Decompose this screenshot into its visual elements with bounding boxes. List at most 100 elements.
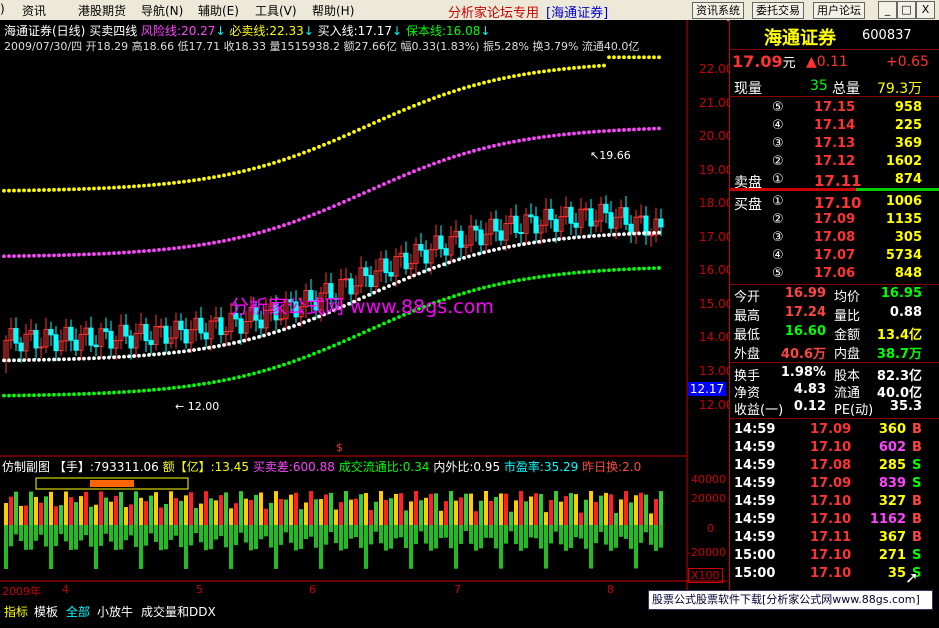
tab-indicators[interactable]: 指标 xyxy=(4,603,28,620)
sub-up-bar xyxy=(314,499,318,525)
maximize-icon[interactable]: □ xyxy=(897,1,916,19)
menu-item-navigate[interactable]: 导航(N) xyxy=(141,2,183,19)
tick-volume: 271 xyxy=(878,548,906,563)
band-dot xyxy=(622,128,626,132)
band-dot xyxy=(17,254,21,258)
band-dot xyxy=(527,276,531,281)
buy-price: 17.07 xyxy=(814,248,856,263)
band-dot xyxy=(147,388,151,393)
band-dot xyxy=(487,249,491,254)
menu-item-assist[interactable]: 辅助(E) xyxy=(198,2,239,19)
band-dot xyxy=(147,183,151,188)
tick-price: 17.09 xyxy=(810,476,852,491)
band-dot xyxy=(392,177,396,182)
candle-body xyxy=(583,208,589,211)
tab-volume-ddx[interactable]: 成交量和DDX xyxy=(141,603,216,620)
band-dot xyxy=(602,233,606,238)
menu-item-help[interactable]: 帮助(H) xyxy=(312,2,354,19)
band-dot xyxy=(32,188,36,193)
trade-button[interactable]: 委托交易 xyxy=(752,2,804,19)
sub-up-bar xyxy=(539,493,543,525)
band-dot xyxy=(132,184,136,189)
band-dot xyxy=(542,274,546,279)
band-dot xyxy=(382,286,386,291)
menu-item-fragment[interactable]: ) xyxy=(0,2,5,16)
sub-up-bar xyxy=(574,494,578,525)
band-dot xyxy=(542,134,546,139)
band-dot xyxy=(252,232,256,236)
sub-up-bar xyxy=(9,496,13,525)
kline-chart-area[interactable]: 海通证券(日线) 买卖四线 风险线:20.27↓ 必卖线:22.33↓ 买入线:… xyxy=(0,20,733,600)
band-dot xyxy=(252,336,256,341)
tick-time: 14:59 xyxy=(734,440,776,455)
xianliang-label: 现量 xyxy=(734,81,762,97)
menu-item-hk-futures[interactable]: 港股期货 xyxy=(78,2,126,19)
band-dot xyxy=(472,83,476,88)
band-dot xyxy=(402,173,406,178)
forum-button[interactable]: 用户论坛 xyxy=(813,2,865,19)
band-dot xyxy=(267,227,271,232)
tick-volume: 602 xyxy=(878,440,906,455)
band-dot xyxy=(272,226,276,231)
watermark: 分析家公式网 www.88gs.com xyxy=(230,296,494,318)
band-dot xyxy=(142,183,146,188)
band-dot xyxy=(2,393,6,398)
sub-up-bar xyxy=(84,491,88,525)
sub-up-bar xyxy=(544,512,548,525)
band-dot xyxy=(507,244,511,249)
band-dot xyxy=(497,142,501,147)
band-dot xyxy=(652,55,656,60)
sub-down-bar xyxy=(149,525,153,534)
sub-down-bar xyxy=(339,525,343,551)
band-dot xyxy=(12,393,16,398)
sub-down-bar xyxy=(574,525,578,538)
band-dot xyxy=(552,68,556,72)
band-dot xyxy=(512,279,516,284)
menu-item-news[interactable]: 资讯 xyxy=(22,2,46,19)
band-dot xyxy=(62,253,66,257)
sub-up-bar xyxy=(14,491,18,525)
band-dot xyxy=(582,270,586,274)
band-dot xyxy=(557,272,561,277)
tab-all[interactable]: 全部 xyxy=(66,603,90,620)
band-dot xyxy=(47,393,51,397)
band-dot xyxy=(337,136,341,141)
sub-down-bar xyxy=(464,525,468,532)
sub-down-bar xyxy=(314,525,318,548)
buy-volume: 1135 xyxy=(885,212,922,227)
band-dot xyxy=(197,382,201,387)
candle-body xyxy=(498,230,504,241)
close-icon[interactable]: X xyxy=(916,1,935,19)
sub-down-bar xyxy=(179,525,183,548)
sub-down-bar xyxy=(124,525,128,541)
sub-down-bar xyxy=(89,525,93,547)
sub-down-bar xyxy=(369,525,373,545)
tab-templates[interactable]: 模板 xyxy=(34,603,58,620)
band-dot xyxy=(157,182,161,187)
news-system-button[interactable]: 资讯系统 xyxy=(692,2,744,19)
band-dot xyxy=(402,108,406,112)
band-dot xyxy=(102,391,106,395)
risk-band xyxy=(2,126,661,259)
sub-up-bar xyxy=(504,493,508,525)
sub-down-bar xyxy=(639,525,643,543)
band-dot xyxy=(657,266,661,270)
ad-banner[interactable]: 股票公式股票软件下载[分析家公式网www.88gs.com] xyxy=(648,590,933,610)
minimize-icon[interactable]: _ xyxy=(878,1,897,19)
sub-up-bar xyxy=(139,497,143,525)
band-dot xyxy=(282,157,286,162)
band-dot xyxy=(577,270,581,275)
band-dot xyxy=(367,328,371,333)
tick-price: 17.10 xyxy=(810,548,852,563)
menu-item-tools[interactable]: 工具(V) xyxy=(255,2,297,19)
sub-up-bar xyxy=(444,501,448,525)
buy-level: ④ xyxy=(772,248,784,263)
sub-up-bar xyxy=(259,492,263,525)
sub-up-bar xyxy=(439,510,443,525)
candle-body xyxy=(403,252,409,270)
sub-up-bar xyxy=(74,502,78,525)
sub-header-in-out-ratio: 内外比:0.95 xyxy=(433,460,501,474)
band-dot xyxy=(582,130,586,135)
tab-xiaofangniu[interactable]: 小放牛 xyxy=(97,603,133,620)
sub-down-bar xyxy=(519,525,523,551)
